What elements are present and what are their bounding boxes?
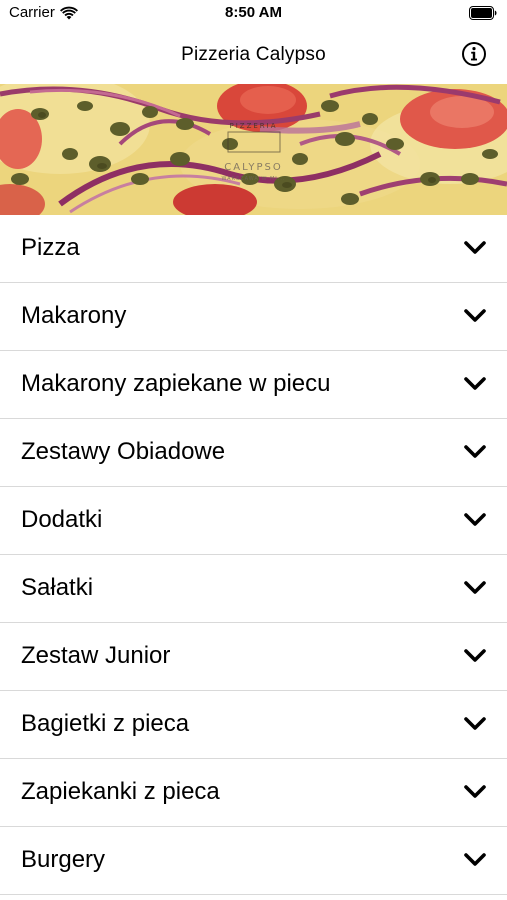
chevron-down-icon	[464, 309, 486, 322]
list-item-label: Makarony	[21, 302, 127, 329]
chevron-down-icon	[464, 717, 486, 730]
page-title: Pizzeria Calypso	[181, 44, 326, 65]
list-item-label: Pizza	[21, 234, 80, 261]
banner-logo-top: PIZZERIA	[229, 122, 278, 130]
banner-logo-main: CALYPSO	[224, 162, 283, 173]
list-item-zestawy-obiadowe[interactable]: Zestawy Obiadowe	[0, 419, 507, 487]
chevron-down-icon	[464, 513, 486, 526]
banner-logo-sub: WARSZAWA W MI...	[221, 176, 286, 182]
list-item-label: Makarony zapiekane w piecu	[21, 370, 331, 397]
list-item-salatki[interactable]: Sałatki	[0, 555, 507, 623]
pizza-photo	[0, 84, 507, 215]
list-item-label: Zestaw Junior	[21, 642, 171, 669]
chevron-down-icon	[464, 785, 486, 798]
list-item-pizza[interactable]: Pizza	[0, 215, 507, 283]
chevron-down-icon	[464, 445, 486, 458]
chevron-down-icon	[464, 377, 486, 390]
list-item-makarony-zapiekane[interactable]: Makarony zapiekane w piecu	[0, 351, 507, 419]
status-time: 8:50 AM	[225, 4, 282, 21]
list-item-bagietki[interactable]: Bagietki z pieca	[0, 691, 507, 759]
list-item-burgery[interactable]: Burgery	[0, 827, 507, 895]
menu-category-list: Pizza Makarony Makarony zapiekane w piec…	[0, 215, 507, 895]
list-item-label: Zapiekanki z pieca	[21, 778, 220, 805]
status-bar: Carrier 8:50 AM	[0, 0, 507, 28]
battery-icon	[469, 6, 497, 20]
chevron-down-icon	[464, 581, 486, 594]
list-item-zestaw-junior[interactable]: Zestaw Junior	[0, 623, 507, 691]
list-item-label: Burgery	[21, 846, 106, 873]
list-item-label: Bagietki z pieca	[21, 710, 190, 737]
list-item-label: Sałatki	[21, 574, 94, 601]
list-item-label: Zestawy Obiadowe	[21, 438, 226, 465]
list-item-zapiekanki[interactable]: Zapiekanki z pieca	[0, 759, 507, 827]
list-item-makarony[interactable]: Makarony	[0, 283, 507, 351]
restaurant-banner-image: PIZZERIA CALYPSO WARSZAWA W MI...	[0, 84, 507, 215]
list-item-label: Dodatki	[21, 506, 103, 533]
chevron-down-icon	[464, 853, 486, 866]
navigation-bar: Pizzeria Calypso	[0, 28, 507, 84]
chevron-down-icon	[464, 649, 486, 662]
info-icon[interactable]	[460, 40, 488, 68]
list-item-dodatki[interactable]: Dodatki	[0, 487, 507, 555]
chevron-down-icon	[464, 241, 486, 254]
